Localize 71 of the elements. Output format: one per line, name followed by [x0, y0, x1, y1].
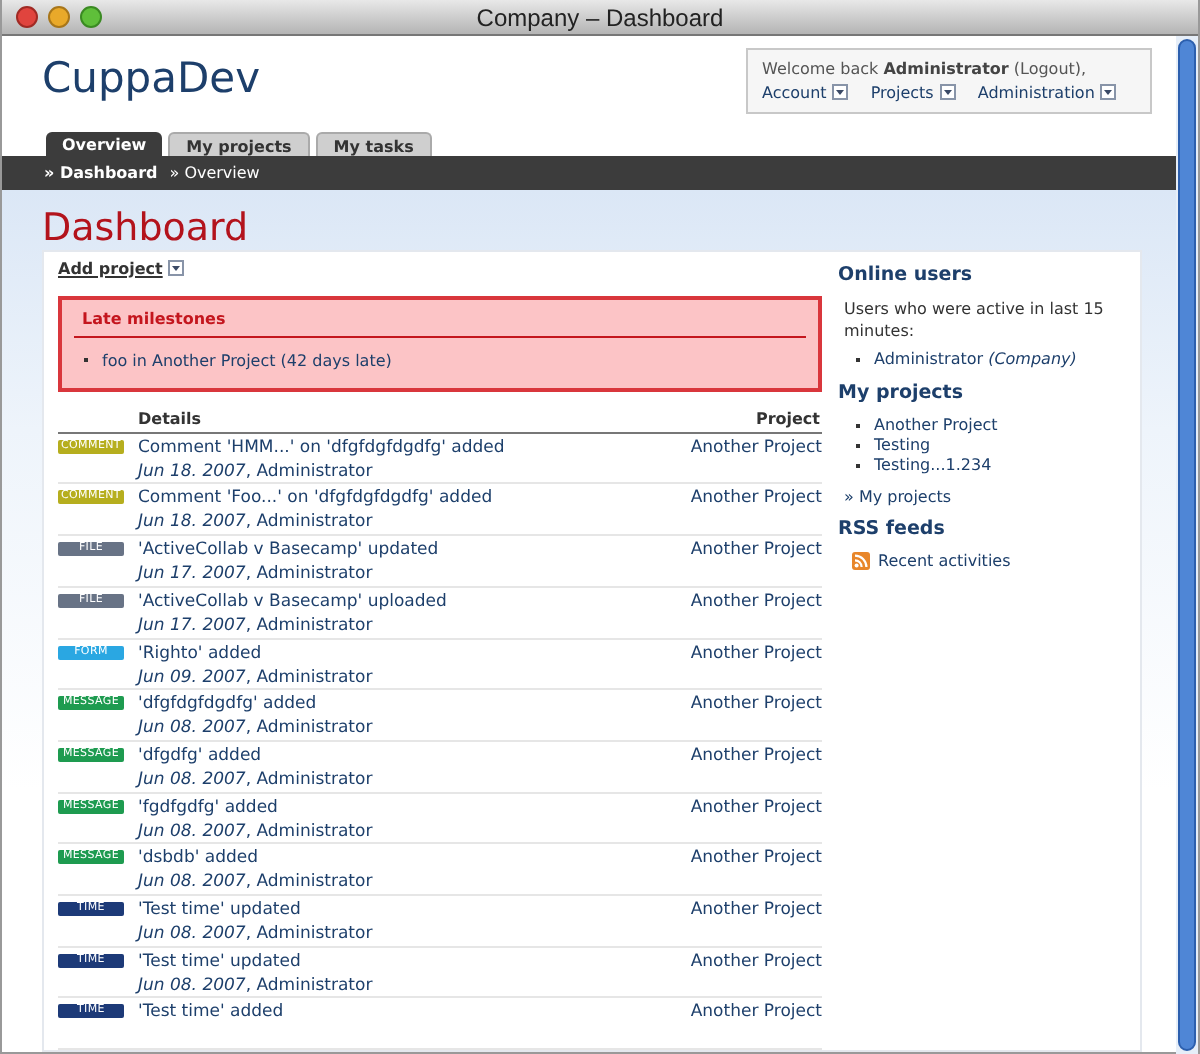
dropdown-icon[interactable]	[939, 84, 956, 100]
dropdown-icon[interactable]	[832, 84, 849, 100]
column-header: Project	[755, 409, 820, 428]
project-link[interactable]: Testing	[874, 435, 931, 456]
project-link[interactable]: Another Project	[690, 435, 822, 483]
my-projects-link[interactable]: » My projects	[844, 487, 1128, 506]
dropdown-icon[interactable]	[1100, 84, 1117, 100]
feed-link[interactable]: Recent activities	[878, 551, 1011, 570]
breadcrumb-link[interactable]: » Dashboard	[44, 164, 158, 183]
section-title: Online users	[838, 263, 975, 286]
activity-meta: Jun 18. 2007, Administrator	[138, 510, 375, 535]
activity-meta: Jun 17. 2007, Administrator	[138, 562, 375, 587]
site-logo[interactable]: CuppaDev	[42, 54, 261, 102]
menu-link[interactable]: Account	[762, 84, 827, 102]
dropdown-icon[interactable]	[168, 260, 185, 277]
activity-title[interactable]: 'dfgfdgfdgdfg' added	[138, 692, 691, 717]
project-link[interactable]: Another Project	[690, 589, 822, 637]
project-link[interactable]: Another Project	[690, 692, 822, 740]
project-link[interactable]: Another Project	[690, 949, 822, 997]
activity-meta: Jun 17. 2007, Administrator	[138, 613, 375, 638]
breadcrumb-link[interactable]: » Overview	[169, 164, 260, 183]
project-link[interactable]: Another Project	[690, 641, 822, 689]
activity-meta: Jun 18. 2007, Administrator	[138, 459, 375, 484]
section-title: RSS feeds	[838, 517, 947, 540]
rss-icon	[852, 551, 870, 570]
nav-tab[interactable]: My projects	[168, 132, 310, 157]
minimize-icon[interactable]	[48, 6, 70, 28]
project-link[interactable]: Another Project	[690, 795, 822, 843]
welcome-text: Welcome back Administrator (Logout),	[762, 58, 1089, 82]
activity-title[interactable]: 'Test time' updated	[138, 949, 691, 974]
nav-tab[interactable]: Overview	[46, 132, 163, 157]
window-title: Company – Dashboard	[476, 3, 724, 31]
activity-title[interactable]: 'Righto' added	[138, 641, 691, 665]
column-header: Details	[138, 409, 202, 428]
scrollbar[interactable]	[1176, 36, 1198, 1054]
activity-title[interactable]: 'fgdfgdfg' added	[138, 795, 691, 820]
menu-link[interactable]: Administration	[977, 84, 1095, 102]
close-icon[interactable]	[16, 6, 38, 28]
activity-title[interactable]: 'ActiveCollab v Basecamp' uploaded	[138, 589, 691, 614]
nav-tab[interactable]: My tasks	[315, 132, 432, 157]
project-link[interactable]: Another Project	[690, 538, 822, 586]
activity-meta: Jun 08. 2007, Administrator	[138, 921, 375, 946]
activity-title[interactable]: Comment 'HMM...' on 'dfgfdgfdgdfg' added	[138, 435, 691, 460]
milestone-item[interactable]: foo in Another Project (42 days late)	[102, 349, 392, 372]
online-note: Users who were active in last 15 minutes:	[844, 297, 1106, 342]
project-link[interactable]: Another Project	[690, 846, 822, 894]
activity-title[interactable]: 'ActiveCollab v Basecamp' updated	[138, 538, 691, 563]
activity-meta: Jun 09. 2007, Administrator	[138, 665, 375, 689]
page-title: Dashboard	[42, 205, 251, 250]
activity-meta: Jun 08. 2007, Administrator	[138, 767, 375, 792]
project-link[interactable]: Another Project	[690, 743, 822, 792]
project-link[interactable]: Another Project	[874, 415, 998, 436]
menu-link[interactable]: Projects	[870, 84, 934, 102]
project-link[interactable]: Another Project	[690, 1000, 822, 1048]
activity-meta: Jun 08. 2007, Administrator	[138, 973, 375, 998]
activity-title[interactable]: 'dsbdb' added	[138, 846, 691, 871]
project-link[interactable]: Another Project	[690, 486, 822, 535]
online-user[interactable]: Administrator (Company)	[874, 349, 1077, 370]
add-project-link[interactable]: Add project	[58, 259, 163, 278]
activity-title[interactable]: Comment 'Foo...' on 'dfgfdgfdgdfg' added	[138, 486, 691, 511]
activity-title[interactable]: 'dfgdfg' added	[138, 743, 691, 768]
section-title: My projects	[838, 381, 965, 404]
activity-title[interactable]: 'Test time' updated	[138, 897, 691, 922]
activity-meta: Jun 08. 2007, Administrator	[138, 870, 375, 895]
activity-meta: Jun 08. 2007, Administrator	[138, 716, 375, 741]
activity-meta: Jun 08. 2007, Administrator	[138, 819, 375, 844]
project-link[interactable]: Testing...1.234	[874, 455, 992, 476]
activity-title[interactable]: 'Test time' added	[138, 1000, 691, 1025]
project-link[interactable]: Another Project	[690, 897, 822, 946]
zoom-icon[interactable]	[80, 6, 102, 28]
panel-title: Late milestones	[74, 309, 806, 338]
